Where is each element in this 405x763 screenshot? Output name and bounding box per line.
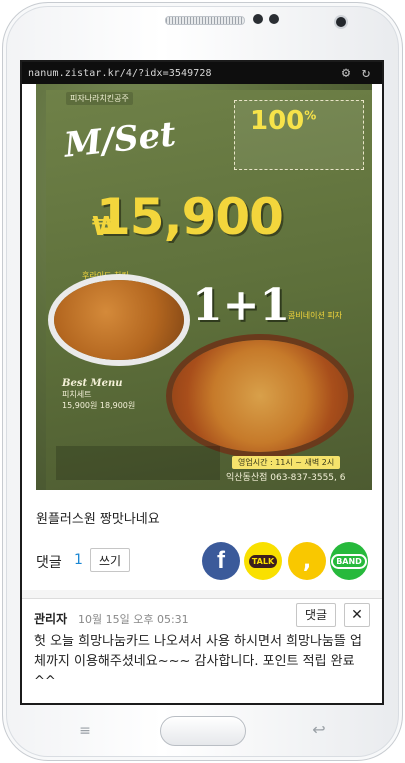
light-sensor — [269, 14, 279, 24]
pizza-label: 콤비네이션 피자 — [288, 311, 343, 320]
close-icon[interactable]: ✕ — [344, 603, 370, 627]
best-menu: Best Menu 피치세트 15,900원 18,900원 — [62, 378, 136, 410]
kakaotalk-share-icon[interactable]: TALK — [244, 542, 282, 580]
pizza-image — [172, 340, 348, 452]
comment-author: 관리자 — [34, 612, 68, 626]
browser-url-bar[interactable]: nanum.zistar.kr/4/?idx=3549728 ⚙ ↻ — [22, 62, 382, 84]
comment-share-bar: 댓글 1 쓰기 f TALK , BAND — [36, 542, 372, 582]
url-text[interactable]: nanum.zistar.kr/4/?idx=3549728 — [28, 68, 212, 79]
flyer-footer-band — [56, 446, 220, 480]
set-price: 15,900 — [96, 188, 284, 246]
reply-button[interactable]: 댓글 — [296, 603, 336, 627]
proximity-sensor — [253, 14, 263, 24]
quality-badge: 100% — [250, 106, 317, 136]
kakaostory-share-icon[interactable]: , — [288, 542, 326, 580]
chicken-image — [54, 280, 184, 360]
phone-screen: nanum.zistar.kr/4/?idx=3549728 ⚙ ↻ 피자나라치… — [20, 60, 384, 705]
gear-icon[interactable]: ⚙ — [338, 65, 354, 81]
business-hours: 영업시간 : 11시 ~ 새벽 2시 — [232, 456, 341, 469]
promo-text: 1+1 — [192, 280, 291, 331]
band-share-icon[interactable]: BAND — [330, 542, 368, 580]
comment-label: 댓글 — [36, 555, 62, 571]
write-comment-button[interactable]: 쓰기 — [90, 548, 130, 572]
front-camera — [336, 17, 346, 27]
post-photo[interactable]: 피자나라치킨공주 100% M/Set ₩ 15,900 후라이드 치킨 1+1… — [36, 84, 372, 490]
back-key-icon[interactable]: ↩ — [308, 722, 330, 738]
post-text: 원플러스원 짱맛나네요 — [36, 512, 160, 527]
comment-timestamp: 10월 15일 오후 05:31 — [78, 613, 189, 626]
facebook-share-icon[interactable]: f — [202, 542, 240, 580]
divider-line — [22, 598, 382, 599]
brand-logo: 피자나라치킨공주 — [66, 92, 133, 105]
comment-count[interactable]: 1 — [74, 552, 83, 568]
home-button[interactable] — [160, 716, 246, 746]
earpiece-speaker — [165, 16, 245, 25]
reload-icon[interactable]: ↻ — [358, 65, 374, 81]
menu-key-icon[interactable]: ≡ — [74, 724, 96, 738]
comment-body: 헛 오늘 희망나눔카드 나오셔서 사용 하시면서 희망나눔뜰 업체까지 이용해주… — [34, 634, 362, 689]
store-address: 익산동산점 063-837-3555, 6 — [226, 473, 346, 483]
section-divider — [22, 590, 382, 598]
